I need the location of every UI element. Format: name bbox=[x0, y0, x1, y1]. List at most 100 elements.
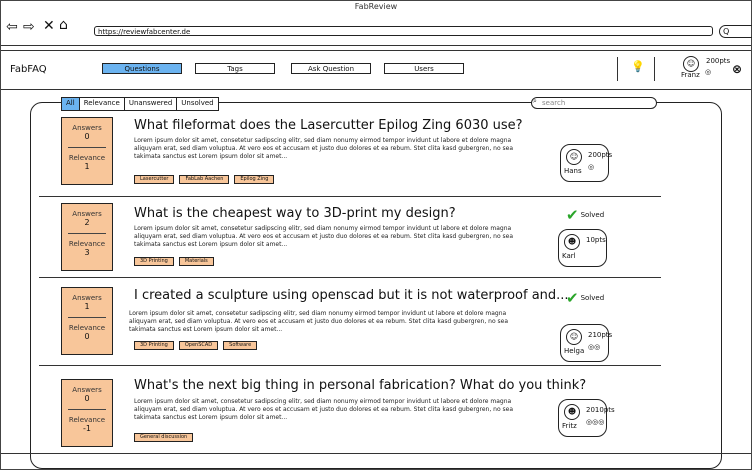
tag-chip[interactable]: General discussion bbox=[134, 433, 194, 442]
close-icon[interactable]: ⊗ bbox=[732, 62, 742, 76]
question-title[interactable]: I created a sculpture using openscad but… bbox=[134, 288, 569, 303]
author-chip[interactable]: ☻ Karl 10pts bbox=[558, 229, 607, 267]
box-divider bbox=[68, 409, 106, 410]
solved-label: Solved bbox=[580, 294, 605, 302]
filter-unsolved[interactable]: Unsolved bbox=[177, 98, 217, 110]
appbar-separator bbox=[617, 57, 618, 81]
relevance-label: Relevance bbox=[68, 240, 106, 248]
author-badges: ◎◎◎ bbox=[586, 418, 605, 426]
author-points: 2010pts bbox=[586, 406, 615, 414]
appbar-separator-2 bbox=[654, 57, 655, 81]
author-chip[interactable]: ☺ Hans 200pts ◎ bbox=[560, 144, 613, 182]
question-divider bbox=[39, 196, 661, 197]
box-divider bbox=[68, 317, 106, 318]
answer-count-box: Answers 0 Relevance -1 bbox=[61, 379, 113, 447]
relevance-score: 0 bbox=[84, 332, 90, 341]
box-divider bbox=[68, 233, 106, 234]
tag-chip[interactable]: FabLab Aachen bbox=[179, 175, 230, 184]
checkmark-icon: ✔ bbox=[566, 206, 579, 224]
question-divider bbox=[39, 277, 661, 278]
lightbulb-icon[interactable]: 💡 bbox=[631, 60, 645, 73]
app-name: FabFAQ bbox=[10, 64, 47, 75]
question-excerpt: Lorem ipsum dolor sit amet, consetetur s… bbox=[129, 310, 509, 333]
answers-label: Answers bbox=[72, 294, 102, 302]
answer-count-box: Answers 2 Relevance 3 bbox=[61, 203, 113, 271]
answers-count: 0 bbox=[84, 132, 90, 141]
tag-list: General discussion bbox=[134, 433, 198, 442]
author-avatar: ☻ bbox=[564, 404, 580, 420]
tab-tags[interactable]: Tags bbox=[195, 63, 275, 74]
relevance-label: Relevance bbox=[68, 416, 106, 424]
answers-label: Answers bbox=[72, 210, 102, 218]
question-title[interactable]: What's the next big thing in personal fa… bbox=[134, 378, 586, 393]
author-points: 10pts bbox=[586, 236, 606, 244]
browser-search-icon: Q bbox=[723, 27, 730, 36]
filter-relevance[interactable]: Relevance bbox=[80, 98, 125, 110]
tag-chip[interactable]: 3D Printing bbox=[134, 341, 174, 350]
tag-chip[interactable]: Lasercutter bbox=[134, 175, 175, 184]
toolbar-divider-2 bbox=[1, 50, 751, 51]
author-badges: ◎◎ bbox=[588, 343, 601, 351]
box-divider bbox=[68, 147, 106, 148]
answers-count: 0 bbox=[84, 394, 90, 403]
answer-count-box: Answers 1 Relevance 0 bbox=[61, 287, 113, 355]
author-points: 210pts bbox=[588, 331, 613, 339]
author-points: 200pts bbox=[588, 151, 613, 159]
author-badges: ◎ bbox=[588, 163, 595, 171]
solved-label: Solved bbox=[580, 211, 605, 219]
question-title[interactable]: What is the cheapest way to 3D-print my … bbox=[134, 206, 456, 221]
window-title: FabReview bbox=[354, 2, 398, 11]
author-avatar: ☻ bbox=[564, 234, 580, 250]
tag-chip[interactable]: 3D Printing bbox=[134, 257, 174, 266]
question-excerpt: Lorem ipsum dolor sit amet, consetetur s… bbox=[134, 398, 514, 421]
filter-all[interactable]: All bbox=[62, 98, 80, 110]
appbar-divider bbox=[1, 89, 751, 90]
relevance-label: Relevance bbox=[68, 154, 106, 162]
relevance-score: 3 bbox=[84, 248, 90, 257]
filter-unanswered[interactable]: Unanswered bbox=[125, 98, 178, 110]
current-user-points: 200pts bbox=[706, 57, 731, 65]
tag-chip[interactable]: Materials bbox=[178, 257, 214, 266]
tab-users[interactable]: Users bbox=[384, 63, 464, 74]
relevance-score: -1 bbox=[83, 424, 91, 433]
current-user-avatar[interactable]: ☺ bbox=[683, 56, 699, 72]
home-icon[interactable]: ⌂ bbox=[59, 18, 68, 32]
author-name: Fritz bbox=[562, 422, 577, 430]
author-name: Helga bbox=[564, 347, 585, 355]
tag-chip[interactable]: OpenSCAD bbox=[178, 341, 219, 350]
tag-list: Lasercutter FabLab Aachen Epilog Zing bbox=[134, 175, 279, 184]
tag-list: 3D Printing OpenSCAD Software bbox=[134, 341, 262, 350]
author-avatar: ☺ bbox=[566, 149, 582, 165]
url-bar[interactable]: https://reviewfabcenter.de bbox=[94, 26, 713, 36]
forward-arrow-icon[interactable]: ⇨ bbox=[23, 20, 35, 34]
author-chip[interactable]: ☺ Helga 210pts ◎◎ bbox=[560, 324, 613, 362]
question-search-input[interactable]: search bbox=[531, 97, 657, 109]
toolbar-divider bbox=[1, 45, 751, 46]
author-name: Hans bbox=[564, 167, 582, 175]
current-user-badges: ◎ bbox=[705, 68, 712, 76]
browser-search-box[interactable]: Q bbox=[719, 25, 752, 38]
checkmark-icon: ✔ bbox=[566, 289, 579, 307]
answers-count: 1 bbox=[84, 302, 90, 311]
tag-chip[interactable]: Epilog Zing bbox=[234, 175, 275, 184]
filter-bar: All Relevance Unanswered Unsolved bbox=[61, 97, 219, 111]
answers-label: Answers bbox=[72, 386, 102, 394]
tag-chip[interactable]: Software bbox=[223, 341, 258, 350]
tab-ask-question[interactable]: Ask Question bbox=[291, 63, 371, 74]
search-icon: ⌕ bbox=[533, 97, 537, 105]
footer-divider bbox=[1, 453, 751, 454]
question-title[interactable]: What fileformat does the Lasercutter Epi… bbox=[134, 118, 523, 133]
question-divider bbox=[39, 365, 661, 366]
question-excerpt: Lorem ipsum dolor sit amet, consetetur s… bbox=[134, 137, 514, 160]
author-chip[interactable]: ☻ Fritz 2010pts ◎◎◎ bbox=[558, 399, 615, 437]
question-excerpt: Lorem ipsum dolor sit amet, consetetur s… bbox=[134, 225, 514, 248]
tab-questions[interactable]: Questions bbox=[102, 63, 182, 74]
stop-x-icon[interactable]: ✕ bbox=[43, 19, 55, 33]
answers-label: Answers bbox=[72, 124, 102, 132]
answers-count: 2 bbox=[84, 218, 90, 227]
app-window: FabReview ⇦ ⇨ ✕ ⌂ https://reviewfabcente… bbox=[0, 0, 752, 470]
current-user-name: Franz bbox=[681, 71, 700, 79]
relevance-score: 1 bbox=[84, 162, 90, 171]
back-arrow-icon[interactable]: ⇦ bbox=[6, 20, 18, 34]
solved-indicator: ✔ Solved bbox=[566, 289, 604, 307]
